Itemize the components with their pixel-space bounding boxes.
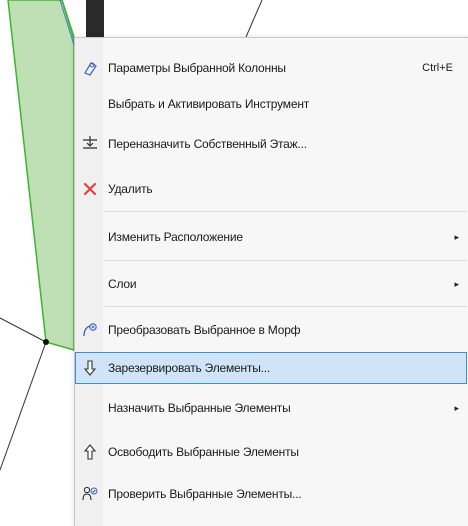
menu-item-label: Параметры Выбранной Колонны <box>108 61 286 75</box>
column-dark-face <box>86 0 104 37</box>
menu-item-label: Проверить Выбранные Элементы... <box>108 487 302 501</box>
menu-item-label: Зарезервировать Элементы... <box>108 361 271 375</box>
guide-line <box>245 0 263 38</box>
morph-convert-icon <box>83 323 97 337</box>
menu-item-change-location[interactable]: Изменить Расположение ▸ <box>75 221 467 253</box>
check-elements-icon <box>82 486 98 501</box>
submenu-arrow-icon: ▸ <box>454 403 459 413</box>
column-anchor-point[interactable] <box>43 339 49 345</box>
menu-item-convert-to-morph[interactable]: Преобразовать Выбранное в Морф <box>75 314 467 346</box>
submenu-arrow-icon: ▸ <box>454 279 459 289</box>
context-menu: Параметры Выбранной Колонны Ctrl+E Выбра… <box>74 37 468 526</box>
menu-item-label: Изменить Расположение <box>108 230 243 244</box>
selected-column[interactable] <box>7 0 75 351</box>
story-reassign-icon <box>83 136 97 149</box>
menu-separator <box>105 211 467 212</box>
menu-item-select-activate-tool[interactable]: Выбрать и Активировать Инструмент <box>75 88 467 120</box>
menu-item-column-settings[interactable]: Параметры Выбранной Колонны Ctrl+E <box>75 52 467 84</box>
menu-item-label: Переназначить Собственный Этаж... <box>108 137 307 151</box>
guide-line <box>0 317 47 343</box>
menu-item-label: Освободить Выбранные Элементы <box>108 445 299 459</box>
menu-separator <box>105 306 467 307</box>
menu-item-label: Назначить Выбранные Элементы <box>108 401 291 415</box>
shortcut-label: Ctrl+E <box>422 62 453 74</box>
submenu-arrow-icon: ▸ <box>454 232 459 242</box>
delete-x-icon <box>83 182 97 196</box>
menu-item-release-elements[interactable]: Освободить Выбранные Элементы <box>75 436 467 468</box>
menu-item-label: Слои <box>108 277 137 291</box>
column-settings-icon <box>84 62 97 76</box>
menu-item-assign-elements[interactable]: Назначить Выбранные Элементы ▸ <box>75 392 467 424</box>
reserve-arrow-down-icon <box>83 360 97 376</box>
guide-line <box>0 341 47 471</box>
menu-item-label: Выбрать и Активировать Инструмент <box>108 97 310 111</box>
menu-separator <box>105 260 467 261</box>
menu-item-delete[interactable]: Удалить <box>75 173 467 205</box>
menu-item-label: Удалить <box>108 182 153 196</box>
menu-item-label: Преобразовать Выбранное в Морф <box>108 323 301 337</box>
menu-item-reserve-elements[interactable]: Зарезервировать Элементы... <box>75 352 467 384</box>
menu-item-reassign-story[interactable]: Переназначить Собственный Этаж... <box>75 128 467 160</box>
release-arrow-up-icon <box>83 444 97 460</box>
menu-item-layers[interactable]: Слои ▸ <box>75 268 467 300</box>
menu-item-check-elements[interactable]: Проверить Выбранные Элементы... <box>75 478 467 510</box>
